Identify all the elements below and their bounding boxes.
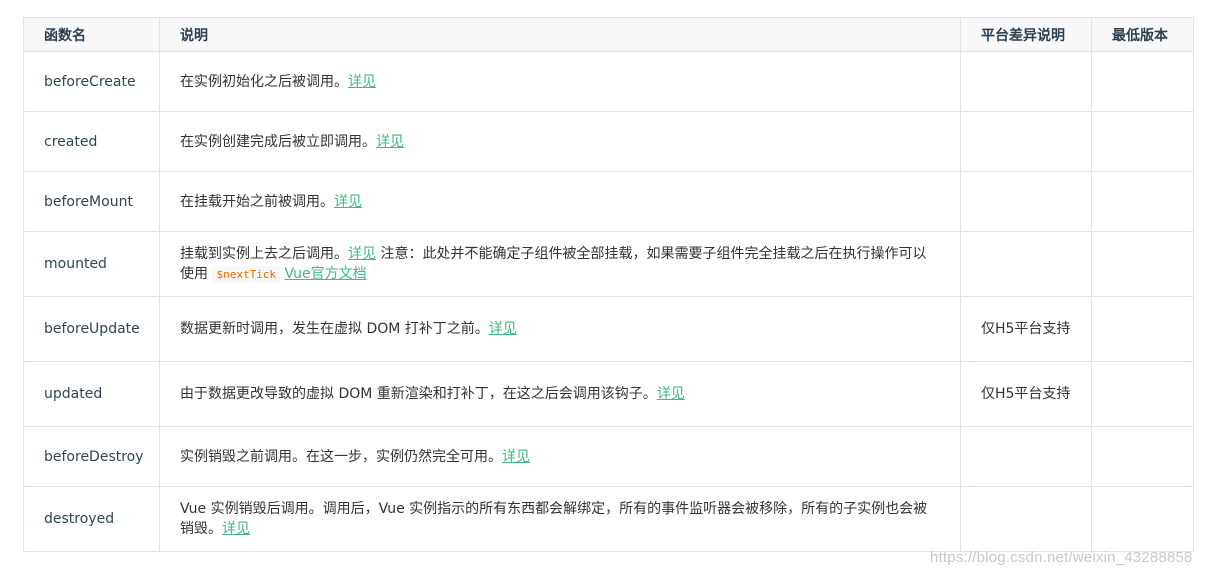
header-function-name: 函数名: [23, 17, 160, 52]
table-row: beforeUpdate 数据更新时调用，发生在虚拟 DOM 打补丁之前。详见 …: [23, 296, 1194, 362]
description-text: 数据更新时调用，发生在虚拟 DOM 打补丁之前。: [180, 321, 489, 337]
table-row: beforeDestroy 实例销毁之前调用。在这一步，实例仍然完全可用。详见: [23, 426, 1194, 487]
platform-diff: [960, 231, 1092, 297]
function-name: mounted: [23, 231, 160, 297]
platform-diff: 仅H5平台支持: [960, 361, 1092, 427]
vue-docs-link[interactable]: Vue官方文档: [285, 266, 367, 282]
description-text: 由于数据更改导致的虚拟 DOM 重新渲染和打补丁，在这之后会调用该钩子。: [180, 386, 657, 402]
platform-diff: [960, 486, 1092, 552]
function-name: updated: [23, 361, 160, 427]
see-more-link[interactable]: 详见: [502, 449, 530, 465]
table-row: beforeCreate 在实例初始化之后被调用。详见: [23, 51, 1194, 112]
description: 在实例创建完成后被立即调用。详见: [159, 111, 961, 172]
description-text: 在挂载开始之前被调用。: [180, 193, 334, 210]
function-name: beforeCreate: [23, 51, 160, 112]
see-more-link[interactable]: 详见: [334, 194, 362, 210]
see-more-link[interactable]: 详见: [222, 521, 250, 537]
platform-diff: [960, 171, 1092, 232]
see-more-link[interactable]: 详见: [348, 74, 376, 90]
platform-diff: [960, 426, 1092, 487]
function-name: beforeUpdate: [23, 296, 160, 362]
see-more-link[interactable]: 详见: [376, 134, 404, 150]
function-name: beforeDestroy: [23, 426, 160, 487]
description: 在实例初始化之后被调用。详见: [159, 51, 961, 112]
description: 实例销毁之前调用。在这一步，实例仍然完全可用。详见: [159, 426, 961, 487]
function-name: created: [23, 111, 160, 172]
nexttick-code: $nextTick: [212, 265, 281, 283]
min-version: [1091, 486, 1194, 552]
platform-diff: [960, 51, 1092, 112]
table-row: beforeMount 在挂载开始之前被调用。详见: [23, 171, 1194, 232]
min-version: [1091, 171, 1194, 232]
description-text: 实例销毁之前调用。在这一步，实例仍然完全可用。: [180, 448, 502, 465]
watermark: https://blog.csdn.net/weixin_43288858: [930, 549, 1193, 566]
description-text: Vue 实例销毁后调用。调用后，Vue 实例指示的所有东西都会解绑定，所有的事件…: [180, 501, 928, 537]
table-row: mounted 挂载到实例上去之后调用。详见 注意：此处并不能确定子组件被全部挂…: [23, 231, 1194, 297]
description-text: 挂载到实例上去之后调用。: [180, 245, 348, 262]
min-version: [1091, 51, 1194, 112]
platform-diff: 仅H5平台支持: [960, 296, 1092, 362]
min-version: [1091, 361, 1194, 427]
table-header-row: 函数名 说明 平台差异说明 最低版本: [23, 17, 1194, 52]
function-name: beforeMount: [23, 171, 160, 232]
min-version: [1091, 296, 1194, 362]
min-version: [1091, 426, 1194, 487]
description: 挂载到实例上去之后调用。详见 注意：此处并不能确定子组件被全部挂载，如果需要子组…: [159, 231, 961, 297]
header-description: 说明: [159, 17, 961, 52]
lifecycle-table-container: 函数名 说明 平台差异说明 最低版本 beforeCreate 在实例初始化之后…: [23, 17, 1194, 552]
description-text: 在实例创建完成后被立即调用。: [180, 133, 376, 150]
lifecycle-table: 函数名 说明 平台差异说明 最低版本 beforeCreate 在实例初始化之后…: [23, 17, 1194, 552]
description-text: 在实例初始化之后被调用。: [180, 73, 348, 90]
description: 在挂载开始之前被调用。详见: [159, 171, 961, 232]
description: 由于数据更改导致的虚拟 DOM 重新渲染和打补丁，在这之后会调用该钩子。详见: [159, 361, 961, 427]
header-min-version: 最低版本: [1091, 17, 1194, 52]
table-row: updated 由于数据更改导致的虚拟 DOM 重新渲染和打补丁，在这之后会调用…: [23, 361, 1194, 427]
table-row: created 在实例创建完成后被立即调用。详见: [23, 111, 1194, 172]
min-version: [1091, 231, 1194, 297]
platform-diff: [960, 111, 1092, 172]
description: 数据更新时调用，发生在虚拟 DOM 打补丁之前。详见: [159, 296, 961, 362]
see-more-link[interactable]: 详见: [348, 246, 376, 262]
header-platform-diff: 平台差异说明: [960, 17, 1092, 52]
see-more-link[interactable]: 详见: [489, 321, 517, 337]
description: Vue 实例销毁后调用。调用后，Vue 实例指示的所有东西都会解绑定，所有的事件…: [159, 486, 961, 552]
min-version: [1091, 111, 1194, 172]
function-name: destroyed: [23, 486, 160, 552]
see-more-link[interactable]: 详见: [657, 386, 685, 402]
table-row: destroyed Vue 实例销毁后调用。调用后，Vue 实例指示的所有东西都…: [23, 486, 1194, 552]
